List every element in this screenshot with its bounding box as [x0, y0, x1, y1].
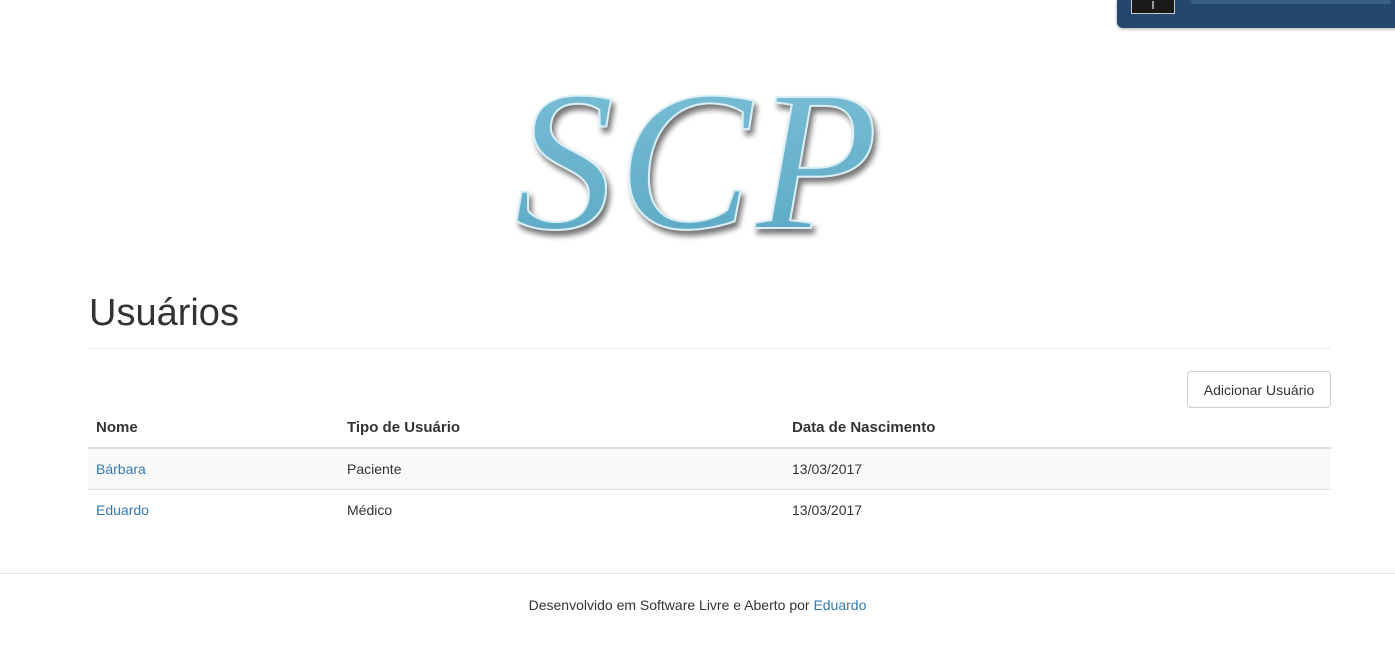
cell-tipo: Médico: [347, 502, 393, 518]
thumbnail-image: [1131, 0, 1175, 14]
logo-text: SCP: [514, 51, 882, 258]
cell-nome: Eduardo: [88, 490, 339, 531]
table-row: Eduardo Médico 13/03/2017: [88, 490, 1331, 531]
title-divider: [89, 348, 1331, 349]
table-header-row: Nome Tipo de Usuário Data de Nascimento: [88, 407, 1331, 449]
add-user-button[interactable]: Adicionar Usuário: [1187, 371, 1331, 408]
footer: Desenvolvido em Software Livre e Aberto …: [0, 597, 1395, 613]
widget-text-fragment: [1191, 0, 1391, 4]
logo: SCP: [0, 48, 1395, 258]
cell-data: 13/03/2017: [792, 502, 863, 518]
cell-nome: Bárbara: [88, 448, 339, 490]
table-row: Bárbara Paciente 13/03/2017: [88, 448, 1331, 490]
user-link-eduardo[interactable]: Eduardo: [96, 502, 149, 518]
cell-data: 13/03/2017: [784, 448, 1331, 490]
page-title: Usuários: [89, 292, 239, 334]
top-notification-widget[interactable]: [1117, 0, 1395, 28]
header-data-nascimento[interactable]: Data de Nascimento: [784, 407, 1331, 449]
footer-text: Desenvolvido em Software Livre e Aberto …: [528, 597, 814, 613]
logo-image: SCP: [513, 50, 882, 258]
cell-tipo: Paciente: [339, 448, 784, 490]
footer-author-link[interactable]: Eduardo: [813, 597, 866, 613]
header-tipo[interactable]: Tipo de Usuário: [339, 407, 784, 449]
header-nome[interactable]: Nome: [88, 407, 339, 449]
user-link-barbara[interactable]: Bárbara: [96, 461, 146, 477]
footer-divider: [0, 573, 1395, 574]
users-table: Nome Tipo de Usuário Data de Nascimento …: [88, 407, 1331, 530]
